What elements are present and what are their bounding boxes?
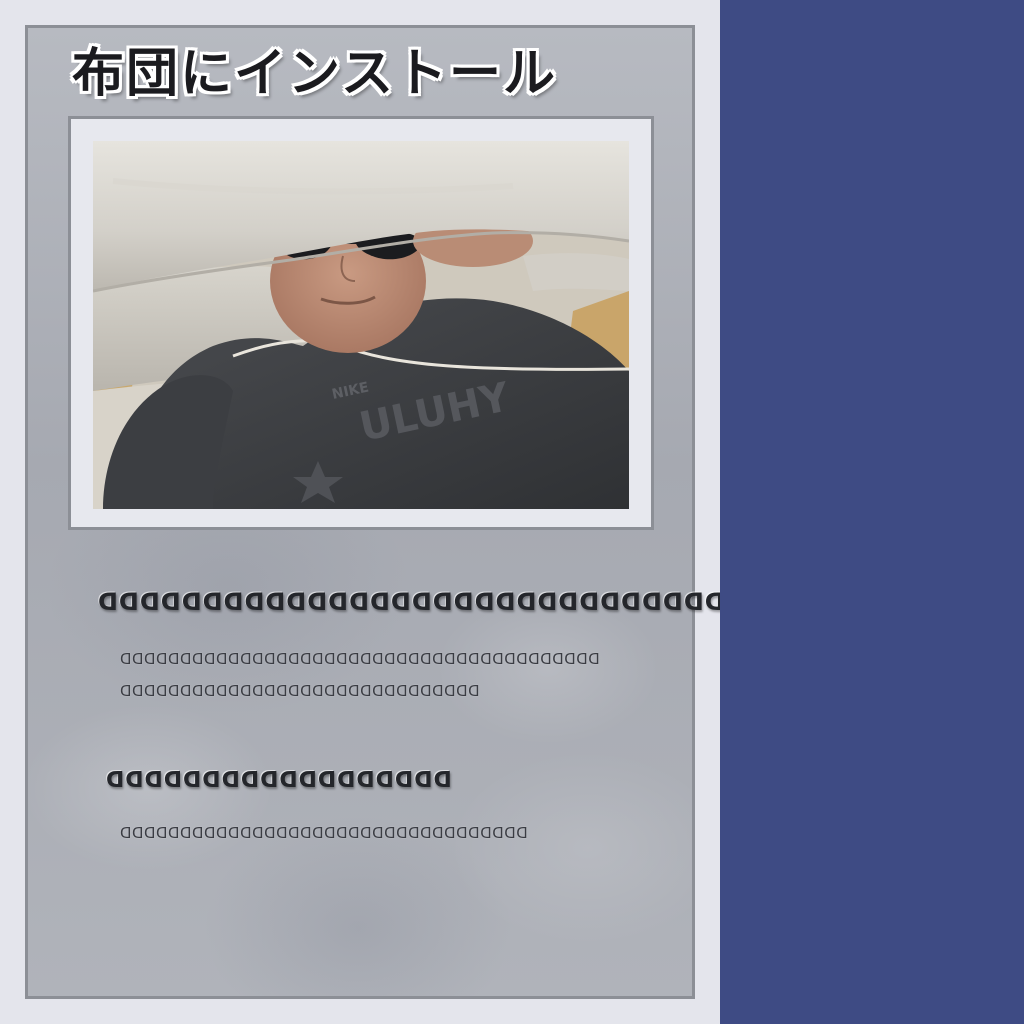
section-1-line-2: ꓷꓷꓷꓷꓷꓷꓷꓷꓷꓷꓷꓷꓷꓷꓷꓷꓷꓷꓷꓷꓷꓷꓷꓷꓷꓷꓷꓷꓷꓷ xyxy=(120,682,481,700)
slide-card: 布団にインストール ULUHY NIKE ꓷꓷꓷꓷꓷꓷꓷꓷꓷꓷꓷꓷꓷꓷꓷꓷꓷꓷꓷ… xyxy=(25,25,725,999)
section-2-line-1: ꓷꓷꓷꓷꓷꓷꓷꓷꓷꓷꓷꓷꓷꓷꓷꓷꓷꓷꓷꓷꓷꓷꓷꓷꓷꓷꓷꓷꓷꓷꓷꓷꓷꓷ xyxy=(120,824,529,842)
section-1-heading: ꓷꓷꓷꓷꓷꓷꓷꓷꓷꓷꓷꓷꓷꓷꓷꓷꓷꓷꓷꓷꓷꓷꓷꓷꓷꓷꓷꓷꓷꓷ xyxy=(98,588,726,616)
page: 布団にインストール ULUHY NIKE ꓷꓷꓷꓷꓷꓷꓷꓷꓷꓷꓷꓷꓷꓷꓷꓷꓷꓷꓷ… xyxy=(0,0,1024,1024)
card-title: 布団にインストール xyxy=(72,44,557,104)
content-panel: 布団にインストール ULUHY NIKE ꓷꓷꓷꓷꓷꓷꓷꓷꓷꓷꓷꓷꓷꓷꓷꓷꓷꓷꓷ… xyxy=(0,0,725,1024)
photo-person-under-futon: ULUHY NIKE xyxy=(93,141,629,509)
blue-sidebar xyxy=(720,0,1024,1024)
section-1-line-1: ꓷꓷꓷꓷꓷꓷꓷꓷꓷꓷꓷꓷꓷꓷꓷꓷꓷꓷꓷꓷꓷꓷꓷꓷꓷꓷꓷꓷꓷꓷꓷꓷꓷꓷꓷꓷꓷꓷꓷꓷ xyxy=(120,650,601,668)
photo-frame: ULUHY NIKE xyxy=(68,116,654,530)
section-2-heading: ꓷꓷꓷꓷꓷꓷꓷꓷꓷꓷꓷꓷꓷꓷꓷꓷꓷꓷ xyxy=(106,768,453,793)
